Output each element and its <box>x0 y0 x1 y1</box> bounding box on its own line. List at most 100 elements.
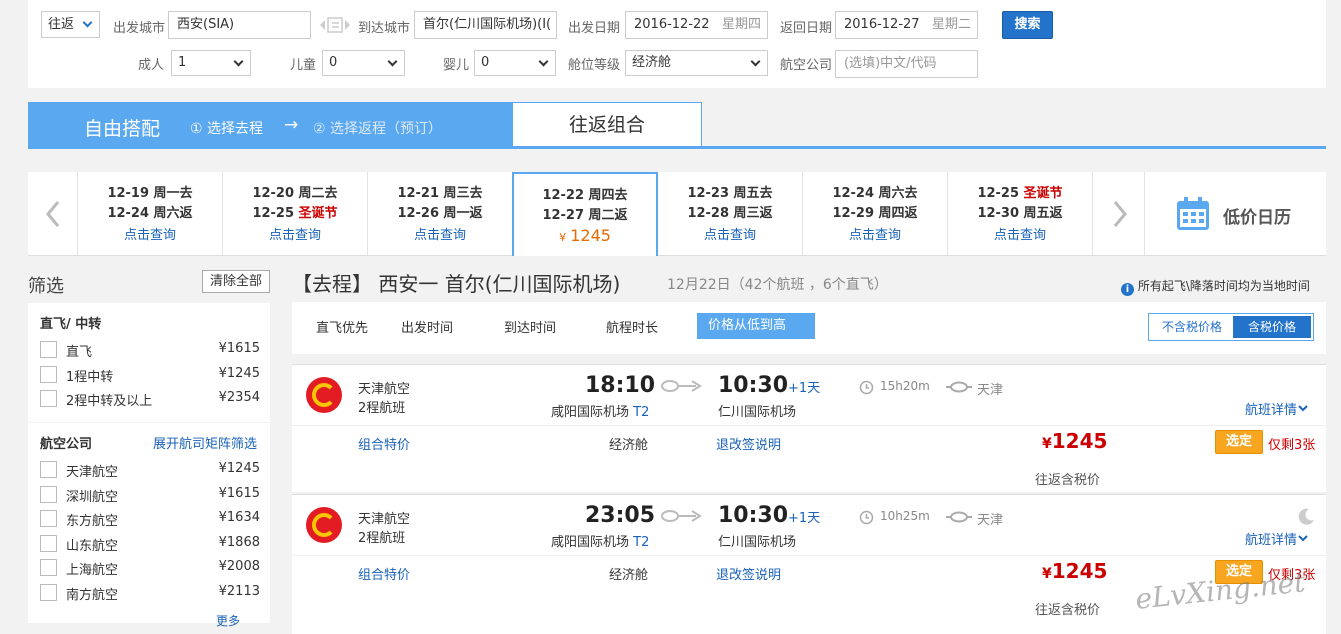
chevron-left-icon <box>46 201 60 227</box>
sort-bar: 直飞优先 出发时间 到达时间 航程时长 价格从低到高 不含税价格 含税价格 <box>292 302 1326 354</box>
checkbox[interactable] <box>40 461 57 478</box>
cabin-class: 经济舱 <box>609 568 649 583</box>
filter-option[interactable]: 山东航空 ¥1868 <box>40 533 260 554</box>
filter-option[interactable]: 1程中转 ¥1245 <box>40 364 260 385</box>
filter-option[interactable]: 天津航空 ¥1245 <box>40 459 260 480</box>
date-return: 12-25 圣诞节 <box>223 202 367 221</box>
filter-option[interactable]: 2程中转及以上 ¥2354 <box>40 388 260 409</box>
date-query-link[interactable]: 点击查询 <box>948 224 1092 243</box>
refund-rules-link[interactable]: 退改签说明 <box>716 564 781 583</box>
filter-option[interactable]: 直飞 ¥1615 <box>40 339 260 360</box>
checkbox[interactable] <box>40 510 57 527</box>
sort-arrive-time[interactable]: 到达时间 <box>504 317 562 336</box>
checkbox[interactable] <box>40 535 57 552</box>
flight-details-label: 航班详情 <box>1245 403 1298 418</box>
checkbox[interactable] <box>40 559 57 576</box>
date-query-link[interactable]: 点击查询 <box>223 224 367 243</box>
date-option-selected[interactable]: 12-22 周四去 12-27 周二返 ¥ 1245 <box>512 172 658 256</box>
date-return: 12-29 周四返 <box>832 206 918 221</box>
filter-option-label: 南方航空 <box>66 588 119 603</box>
date-option[interactable]: 12-25 圣诞节 12-30 周五返 点击查询 <box>948 172 1093 255</box>
depart-airport: 咸阳国际机场 T2 <box>551 531 649 550</box>
flight-details-link[interactable]: 航班详情 <box>1245 529 1309 548</box>
tax-note: 往返含税价 <box>1035 603 1101 618</box>
checkbox[interactable] <box>40 486 57 503</box>
flight-price: ¥1245 <box>1042 559 1107 583</box>
date-option[interactable]: 12-24 周六去 12-29 周四返 点击查询 <box>803 172 948 255</box>
depart-date-input[interactable]: 2016-12-22 星期四 <box>625 11 768 39</box>
sort-price-active[interactable]: 价格从低到高 <box>697 313 815 339</box>
next-dates-button[interactable] <box>1093 172 1145 255</box>
checkbox[interactable] <box>40 341 57 358</box>
chevron-down-icon <box>1298 405 1308 412</box>
filter-option[interactable]: 上海航空 ¥2008 <box>40 557 260 578</box>
date-option[interactable]: 12-20 周二去 12-25 圣诞节 点击查询 <box>223 172 368 255</box>
child-select[interactable]: 0 <box>322 50 405 76</box>
price-excl-tax-option[interactable]: 不含税价格 <box>1151 316 1233 338</box>
low-price-calendar-button[interactable]: 低价日历 <box>1145 172 1326 255</box>
tab-free-combo[interactable]: 自由搭配 ① 选择去程 → ② 选择返程（预订） <box>28 102 512 148</box>
cabin-select[interactable]: 经济舱 <box>625 50 768 76</box>
airline-label: 航空公司 <box>780 58 833 73</box>
filter-option-price: ¥2113 <box>218 584 260 599</box>
mode-divider <box>28 146 1326 149</box>
child-label: 儿童 <box>290 58 317 73</box>
date-query-link[interactable]: 点击查询 <box>368 224 512 243</box>
checkbox[interactable] <box>40 390 57 407</box>
flight-details-link[interactable]: 航班详情 <box>1245 399 1309 418</box>
divider <box>292 425 1326 426</box>
refund-rules-link[interactable]: 退改签说明 <box>716 434 781 453</box>
date-query-link[interactable]: 点击查询 <box>78 224 222 243</box>
combo-special-link[interactable]: 组合特价 <box>358 564 410 583</box>
prev-dates-button[interactable] <box>28 172 78 255</box>
airline-matrix-link[interactable]: 展开航司矩阵筛选 <box>153 433 257 452</box>
price-incl-tax-option[interactable]: 含税价格 <box>1233 316 1311 338</box>
sort-duration[interactable]: 航程时长 <box>606 317 664 336</box>
sort-direct-first[interactable]: 直飞优先 <box>316 317 368 336</box>
clear-all-button[interactable]: 清除全部 <box>202 270 270 293</box>
select-button[interactable]: 选定 <box>1215 430 1263 454</box>
swap-cities-icon[interactable] <box>318 16 352 34</box>
checkbox[interactable] <box>40 366 57 383</box>
infant-select[interactable]: 0 <box>474 50 556 76</box>
arrive-airport: 仁川国际机场 <box>718 405 797 420</box>
filter-title: 筛选 <box>28 276 64 297</box>
date-query-link[interactable]: 点击查询 <box>803 224 947 243</box>
sort-price-label: 价格从低到高 <box>708 318 787 333</box>
airline-input[interactable]: (选填)中文/代码 <box>835 50 978 78</box>
tab-round-trip-combo[interactable]: 往返组合 <box>512 102 702 148</box>
filter-option-label: 直飞 <box>66 345 93 360</box>
currency-symbol: ¥ <box>1042 566 1052 582</box>
date-outbound-text: 12-25 <box>977 186 1024 201</box>
sort-depart-time[interactable]: 出发时间 <box>401 317 459 336</box>
chevron-right-icon <box>1113 201 1127 227</box>
chevron-down-icon <box>538 56 549 67</box>
holiday-label: 圣诞节 <box>298 206 338 221</box>
direct-transfer-filter: 直飞/ 中转 直飞 ¥1615 1程中转 ¥1245 2程中转及以上 ¥2354 <box>28 303 270 422</box>
combo-special-link[interactable]: 组合特价 <box>358 434 410 453</box>
filter-option-label: 山东航空 <box>66 539 119 554</box>
chevron-down-icon <box>82 17 93 28</box>
filter-option-label: 天津航空 <box>66 465 119 480</box>
date-option[interactable]: 12-23 周五去 12-28 周三返 点击查询 <box>658 172 803 255</box>
filter-option[interactable]: 东方航空 ¥1634 <box>40 508 260 529</box>
date-query-link[interactable]: 点击查询 <box>658 224 802 243</box>
date-option[interactable]: 12-21 周三去 12-26 周一返 点击查询 <box>368 172 513 255</box>
filter-option[interactable]: 南方航空 ¥2113 <box>40 582 260 603</box>
arrive-time-value: 10:30 <box>718 503 789 528</box>
clock-icon <box>859 380 874 395</box>
local-time-note: i 所有起飞\降落时间均为当地时间 <box>1121 277 1310 296</box>
trip-type-select[interactable]: 往返 <box>41 11 100 38</box>
from-city-input[interactable]: 西安(SIA) <box>168 11 311 39</box>
filter-option[interactable]: 深圳航空 ¥1615 <box>40 484 260 505</box>
infant-label: 婴儿 <box>443 58 470 73</box>
date-option[interactable]: 12-19 周一去 12-24 周六返 点击查询 <box>78 172 223 255</box>
to-city-input[interactable]: 首尔(仁川国际机场)(I( <box>414 11 557 39</box>
return-date-input[interactable]: 2016-12-27 星期二 <box>835 11 978 39</box>
adult-select[interactable]: 1 <box>171 50 251 76</box>
flight-legs: 2程航班 <box>358 401 406 416</box>
search-button[interactable]: 搜索 <box>1002 11 1053 39</box>
page-title: 【去程】 西安一 首尔(仁川国际机场) <box>292 268 620 297</box>
checkbox[interactable] <box>40 584 57 601</box>
filter-option-price: ¥2008 <box>218 559 260 574</box>
